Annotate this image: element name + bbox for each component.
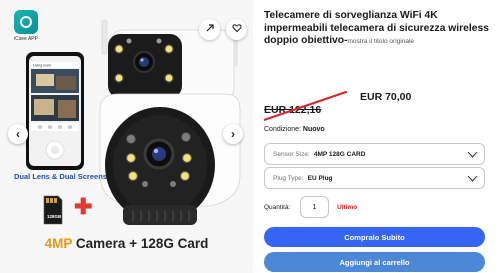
price-box: EUR 122,16 EUR 70,00 bbox=[264, 84, 499, 122]
chevron-left-icon: ‹ bbox=[16, 127, 20, 141]
listing-panel: Telecamere di sorveglianza WiFi 4K imper… bbox=[264, 0, 500, 273]
product-gallery[interactable]: Living room iCsee APP ‹ › Dual Lens & Du… bbox=[0, 0, 253, 273]
next-image-button[interactable]: › bbox=[223, 124, 243, 144]
app-logo-icon bbox=[14, 10, 38, 34]
watchlist-button[interactable] bbox=[226, 19, 247, 40]
chevron-right-icon: › bbox=[231, 127, 235, 141]
image-caption-storage: 4MP Camera + 128G Card bbox=[0, 236, 253, 251]
plug-type-select[interactable]: Plug Type: EU Plug bbox=[264, 167, 485, 189]
quantity-label: Quantità: bbox=[264, 203, 291, 211]
camera-upper-housing bbox=[108, 29, 235, 99]
plug-type-value: EU Plug bbox=[307, 174, 333, 182]
sensor-size-value: 4MP 128G CARD bbox=[313, 150, 366, 158]
app-badge: iCsee APP bbox=[7, 10, 45, 42]
share-button[interactable] bbox=[199, 19, 220, 40]
sd-card-label: 128GB bbox=[47, 214, 62, 219]
sensor-size-select[interactable]: Sensor Size: 4MP 128G CARD bbox=[264, 143, 485, 165]
condition-label: Condizione: bbox=[264, 126, 301, 133]
caption-rest: Camera + 128G Card bbox=[72, 236, 209, 251]
plug-type-label: Plug Type: bbox=[273, 174, 304, 182]
condition-row: Condizione: Nuovo bbox=[264, 126, 325, 133]
chevron-down-icon bbox=[467, 171, 478, 182]
quantity-input[interactable] bbox=[300, 196, 329, 218]
app-name: iCsee APP bbox=[14, 36, 38, 42]
share-icon bbox=[205, 23, 215, 36]
quantity-row: Quantità: Ultimo bbox=[264, 196, 357, 218]
show-original-title-link[interactable]: mostra il titolo originale bbox=[348, 38, 414, 45]
previous-image-button[interactable]: ‹ bbox=[8, 124, 28, 144]
sensor-size-label: Sensor Size: bbox=[273, 150, 310, 158]
plus-icon: ✚ bbox=[74, 194, 93, 219]
image-caption-lens: Dual Lens & Dual Screens bbox=[14, 172, 107, 181]
phone-illustration: Living room bbox=[26, 52, 84, 170]
phone-header: Living room bbox=[33, 64, 51, 68]
buy-now-button[interactable]: Compralo Subito bbox=[264, 227, 485, 247]
price-strike-mark bbox=[264, 90, 348, 122]
quantity-availability: Ultimo bbox=[337, 203, 358, 211]
add-to-cart-button[interactable]: Aggiungi al carrello bbox=[264, 252, 485, 272]
heart-icon bbox=[231, 23, 242, 36]
listing-title: Telecamere di sorveglianza WiFi 4K imper… bbox=[264, 10, 498, 49]
camera-dome-housing bbox=[99, 93, 241, 225]
caption-highlight: 4MP bbox=[44, 236, 73, 251]
condition-value: Nuovo bbox=[302, 126, 325, 133]
chevron-down-icon bbox=[467, 147, 478, 158]
sd-card-illustration bbox=[43, 195, 63, 225]
